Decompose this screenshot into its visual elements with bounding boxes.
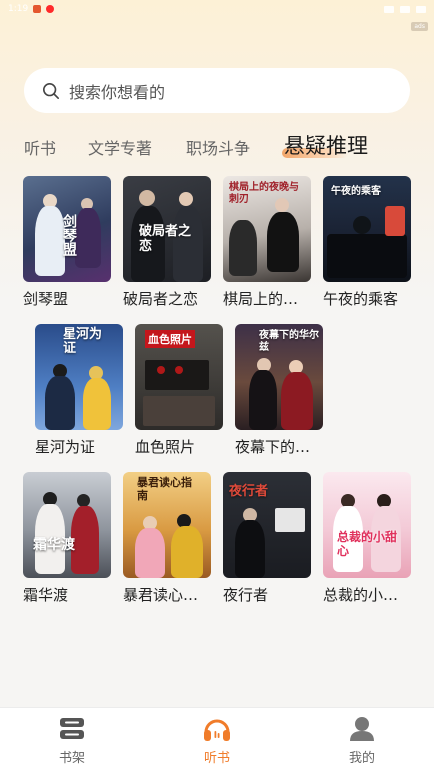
tab-workplace[interactable]: 职场斗争 <box>186 135 250 159</box>
nav-listen-label: 听书 <box>203 751 230 766</box>
tab-mystery[interactable]: 悬疑推理 <box>284 130 368 160</box>
book-title: 剑琴盟 <box>23 290 69 308</box>
book-cover: 血色照片 <box>135 324 223 430</box>
book-cover: 棋局上的夜晚与刺刃 <box>223 176 311 282</box>
book-cover: 霜华渡 <box>23 472 111 578</box>
nav-profile-label: 我的 <box>348 751 375 766</box>
nav-profile[interactable]: 我的 <box>322 714 402 766</box>
search-bar[interactable]: 搜索你想看的 <box>24 68 410 113</box>
book-card[interactable]: 暴君读心指南 暴君读心… <box>123 472 211 606</box>
book-title: 棋局上的… <box>223 290 299 308</box>
book-card[interactable]: 棋局上的夜晚与刺刃 棋局上的… <box>223 176 311 310</box>
category-tabs: 听书 文学专著 职场斗争 悬疑推理 <box>24 130 424 164</box>
book-cover: 星河为证 <box>35 324 123 430</box>
headphones-icon <box>204 719 230 741</box>
book-title: 午夜的乘客 <box>323 290 399 308</box>
tab-literature[interactable]: 文学专著 <box>88 135 152 159</box>
book-title: 霜华渡 <box>23 586 69 604</box>
status-time: 1:19 <box>8 4 29 14</box>
search-placeholder: 搜索你想看的 <box>69 82 166 102</box>
book-title: 破局者之恋 <box>123 290 199 308</box>
book-cover: 暴君读心指南 <box>123 472 211 578</box>
book-card[interactable]: 剑琴盟 剑琴盟 <box>23 176 111 310</box>
book-card[interactable]: 星河为证 星河为证 <box>35 324 123 458</box>
book-cover: 剑琴盟 <box>23 176 111 282</box>
wifi-icon <box>384 5 394 13</box>
book-card[interactable]: 总裁的小甜心 总裁的小… <box>323 472 411 606</box>
book-title: 夜幕下的… <box>235 438 311 456</box>
book-cover: 破局者之恋 <box>123 176 211 282</box>
status-bar: 1:19 <box>0 0 434 18</box>
book-cover: 夜行者 <box>223 472 311 578</box>
book-card[interactable]: 午夜的乘客 午夜的乘客 <box>323 176 411 310</box>
battery-icon <box>416 5 426 13</box>
book-title: 星河为证 <box>35 438 96 456</box>
book-card[interactable]: 夜幕下的华尔兹 夜幕下的… <box>235 324 323 458</box>
book-title: 血色照片 <box>135 438 196 456</box>
tab-listen[interactable]: 听书 <box>24 135 56 159</box>
book-title: 暴君读心… <box>123 586 199 604</box>
nav-bookshelf-label: 书架 <box>58 751 85 766</box>
nav-bookshelf[interactable]: 书架 <box>32 714 112 766</box>
profile-icon <box>350 717 374 741</box>
nav-listen[interactable]: 听书 <box>177 714 257 766</box>
book-cover: 午夜的乘客 <box>323 176 411 282</box>
signal-icon <box>400 5 410 13</box>
notification-icon <box>33 5 42 13</box>
book-card[interactable]: 血色照片 血色照片 <box>135 324 223 458</box>
book-title: 夜行者 <box>223 586 269 604</box>
ads-badge: ads <box>411 22 428 31</box>
book-card[interactable]: 夜行者 夜行者 <box>223 472 311 606</box>
book-cover: 总裁的小甜心 <box>323 472 411 578</box>
book-title: 总裁的小… <box>323 586 399 604</box>
status-indicators <box>384 5 426 13</box>
book-card[interactable]: 霜华渡 霜华渡 <box>23 472 111 606</box>
search-icon <box>42 82 60 99</box>
bookshelf-icon <box>60 718 84 739</box>
app-notification-icon <box>46 5 55 13</box>
book-card[interactable]: 破局者之恋 破局者之恋 <box>123 176 211 310</box>
book-cover: 夜幕下的华尔兹 <box>235 324 323 430</box>
bottom-navigation: 书架 听书 我的 <box>0 707 434 772</box>
